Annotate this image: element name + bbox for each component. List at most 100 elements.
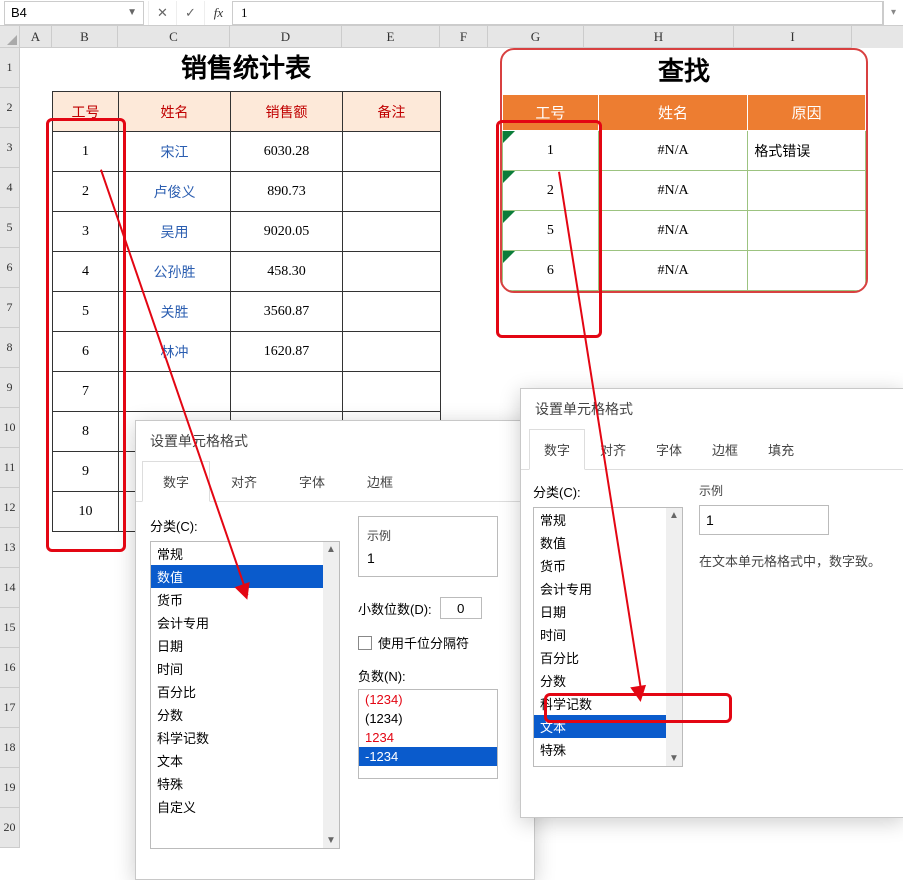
cell-name[interactable] bbox=[119, 372, 231, 412]
category-item[interactable]: 时间 bbox=[151, 657, 339, 680]
cell-id[interactable]: 6 bbox=[53, 332, 119, 372]
dialog-tab-1[interactable]: 对齐 bbox=[585, 429, 641, 470]
col-header-lookup-id[interactable]: 工号 bbox=[503, 95, 599, 131]
name-box[interactable]: B4 ▼ bbox=[4, 1, 144, 25]
category-item[interactable]: 数值 bbox=[534, 531, 682, 554]
negative-format-item[interactable]: 1234 bbox=[359, 728, 497, 747]
cell-lookup-name[interactable]: #N/A bbox=[598, 251, 748, 291]
formula-expand-icon[interactable]: ▾ bbox=[883, 1, 903, 25]
category-scrollbar[interactable]: ▲ ▼ bbox=[323, 542, 339, 848]
category-item[interactable]: 日期 bbox=[151, 634, 339, 657]
category-item[interactable]: 分数 bbox=[151, 703, 339, 726]
cell-id[interactable]: 8 bbox=[53, 412, 119, 452]
column-header-C[interactable]: C bbox=[118, 26, 230, 48]
category-item[interactable]: 文本 bbox=[151, 749, 339, 772]
dialog-tab-0[interactable]: 数字 bbox=[142, 461, 210, 502]
category-item[interactable]: 文本 bbox=[534, 715, 682, 738]
category-list[interactable]: 常规数值货币会计专用日期时间百分比分数科学记数文本特殊自定义 ▲ ▼ bbox=[533, 507, 683, 767]
category-item[interactable]: 百分比 bbox=[151, 680, 339, 703]
cell-id[interactable]: 2 bbox=[53, 172, 119, 212]
scroll-down-icon[interactable]: ▼ bbox=[667, 751, 681, 766]
cell-amount[interactable]: 9020.05 bbox=[231, 212, 343, 252]
row-header-5[interactable]: 5 bbox=[0, 208, 20, 248]
column-header-D[interactable]: D bbox=[230, 26, 342, 48]
row-header-1[interactable]: 1 bbox=[0, 48, 20, 88]
dialog-tab-2[interactable]: 字体 bbox=[278, 461, 346, 502]
row-header-17[interactable]: 17 bbox=[0, 688, 20, 728]
column-header-B[interactable]: B bbox=[52, 26, 118, 48]
row-header-6[interactable]: 6 bbox=[0, 248, 20, 288]
row-header-13[interactable]: 13 bbox=[0, 528, 20, 568]
column-header-I[interactable]: I bbox=[734, 26, 852, 48]
cell-amount[interactable]: 890.73 bbox=[231, 172, 343, 212]
column-header-A[interactable]: A bbox=[20, 26, 52, 48]
cell-name[interactable]: 公孙胜 bbox=[119, 252, 231, 292]
scroll-up-icon[interactable]: ▲ bbox=[324, 542, 338, 557]
cell-name[interactable]: 卢俊义 bbox=[119, 172, 231, 212]
cell-lookup-name[interactable]: #N/A bbox=[598, 131, 748, 171]
category-item[interactable]: 货币 bbox=[534, 554, 682, 577]
column-header-H[interactable]: H bbox=[584, 26, 734, 48]
cell-name[interactable]: 吴用 bbox=[119, 212, 231, 252]
cell-amount[interactable]: 458.30 bbox=[231, 252, 343, 292]
category-item[interactable]: 百分比 bbox=[534, 646, 682, 669]
column-header-F[interactable]: F bbox=[440, 26, 488, 48]
cell-lookup-reason[interactable] bbox=[748, 251, 866, 291]
cell-lookup-id[interactable]: 6 bbox=[503, 251, 599, 291]
category-item[interactable]: 特殊 bbox=[151, 772, 339, 795]
col-header-name[interactable]: 姓名 bbox=[119, 92, 231, 132]
row-header-3[interactable]: 3 bbox=[0, 128, 20, 168]
cell-lookup-reason[interactable] bbox=[748, 171, 866, 211]
category-item[interactable]: 常规 bbox=[151, 542, 339, 565]
column-header-E[interactable]: E bbox=[342, 26, 440, 48]
cell-lookup-id[interactable]: 1 bbox=[503, 131, 599, 171]
format-cells-dialog-right[interactable]: 设置单元格格式 数字对齐字体边框填充 分类(C): 常规数值货币会计专用日期时间… bbox=[520, 388, 903, 818]
row-header-8[interactable]: 8 bbox=[0, 328, 20, 368]
formula-input[interactable]: 1 bbox=[232, 1, 883, 25]
cell-lookup-name[interactable]: #N/A bbox=[598, 171, 748, 211]
category-item[interactable]: 自定义 bbox=[534, 761, 682, 767]
thousands-checkbox[interactable] bbox=[358, 636, 372, 650]
cell-remark[interactable] bbox=[343, 212, 441, 252]
cell-remark[interactable] bbox=[343, 132, 441, 172]
category-item[interactable]: 常规 bbox=[534, 508, 682, 531]
cell-lookup-id[interactable]: 5 bbox=[503, 211, 599, 251]
cell-amount[interactable]: 3560.87 bbox=[231, 292, 343, 332]
cell-amount[interactable] bbox=[231, 372, 343, 412]
cell-name[interactable]: 林冲 bbox=[119, 332, 231, 372]
cell-amount[interactable]: 1620.87 bbox=[231, 332, 343, 372]
row-header-16[interactable]: 16 bbox=[0, 648, 20, 688]
col-header-remark[interactable]: 备注 bbox=[343, 92, 441, 132]
format-cells-dialog-left[interactable]: 设置单元格格式 数字对齐字体边框 分类(C): 常规数值货币会计专用日期时间百分… bbox=[135, 420, 535, 880]
row-header-11[interactable]: 11 bbox=[0, 448, 20, 488]
cell-name[interactable]: 关胜 bbox=[119, 292, 231, 332]
negative-format-item[interactable]: (1234) bbox=[359, 690, 497, 709]
dialog-tab-3[interactable]: 边框 bbox=[346, 461, 414, 502]
category-item[interactable]: 自定义 bbox=[151, 795, 339, 818]
cell-lookup-reason[interactable]: 格式错误 bbox=[748, 131, 866, 171]
cell-amount[interactable]: 6030.28 bbox=[231, 132, 343, 172]
cell-id[interactable]: 9 bbox=[53, 452, 119, 492]
category-item[interactable]: 特殊 bbox=[534, 738, 682, 761]
cancel-formula-icon[interactable]: ✕ bbox=[148, 1, 176, 25]
category-item[interactable]: 时间 bbox=[534, 623, 682, 646]
category-item[interactable]: 会计专用 bbox=[151, 611, 339, 634]
col-header-lookup-name[interactable]: 姓名 bbox=[598, 95, 748, 131]
column-header-G[interactable]: G bbox=[488, 26, 584, 48]
category-scrollbar[interactable]: ▲ ▼ bbox=[666, 508, 682, 766]
negative-format-item[interactable]: -1234 bbox=[359, 747, 497, 766]
category-item[interactable]: 数值 bbox=[151, 565, 339, 588]
cell-lookup-reason[interactable] bbox=[748, 211, 866, 251]
cell-id[interactable]: 7 bbox=[53, 372, 119, 412]
dialog-tab-0[interactable]: 数字 bbox=[529, 429, 585, 470]
row-header-2[interactable]: 2 bbox=[0, 88, 20, 128]
cell-remark[interactable] bbox=[343, 172, 441, 212]
accept-formula-icon[interactable]: ✓ bbox=[176, 1, 204, 25]
row-header-9[interactable]: 9 bbox=[0, 368, 20, 408]
cell-remark[interactable] bbox=[343, 372, 441, 412]
col-header-amount[interactable]: 销售额 bbox=[231, 92, 343, 132]
dialog-tab-3[interactable]: 边框 bbox=[697, 429, 753, 470]
col-header-id[interactable]: 工号 bbox=[53, 92, 119, 132]
row-header-18[interactable]: 18 bbox=[0, 728, 20, 768]
category-item[interactable]: 分数 bbox=[534, 669, 682, 692]
